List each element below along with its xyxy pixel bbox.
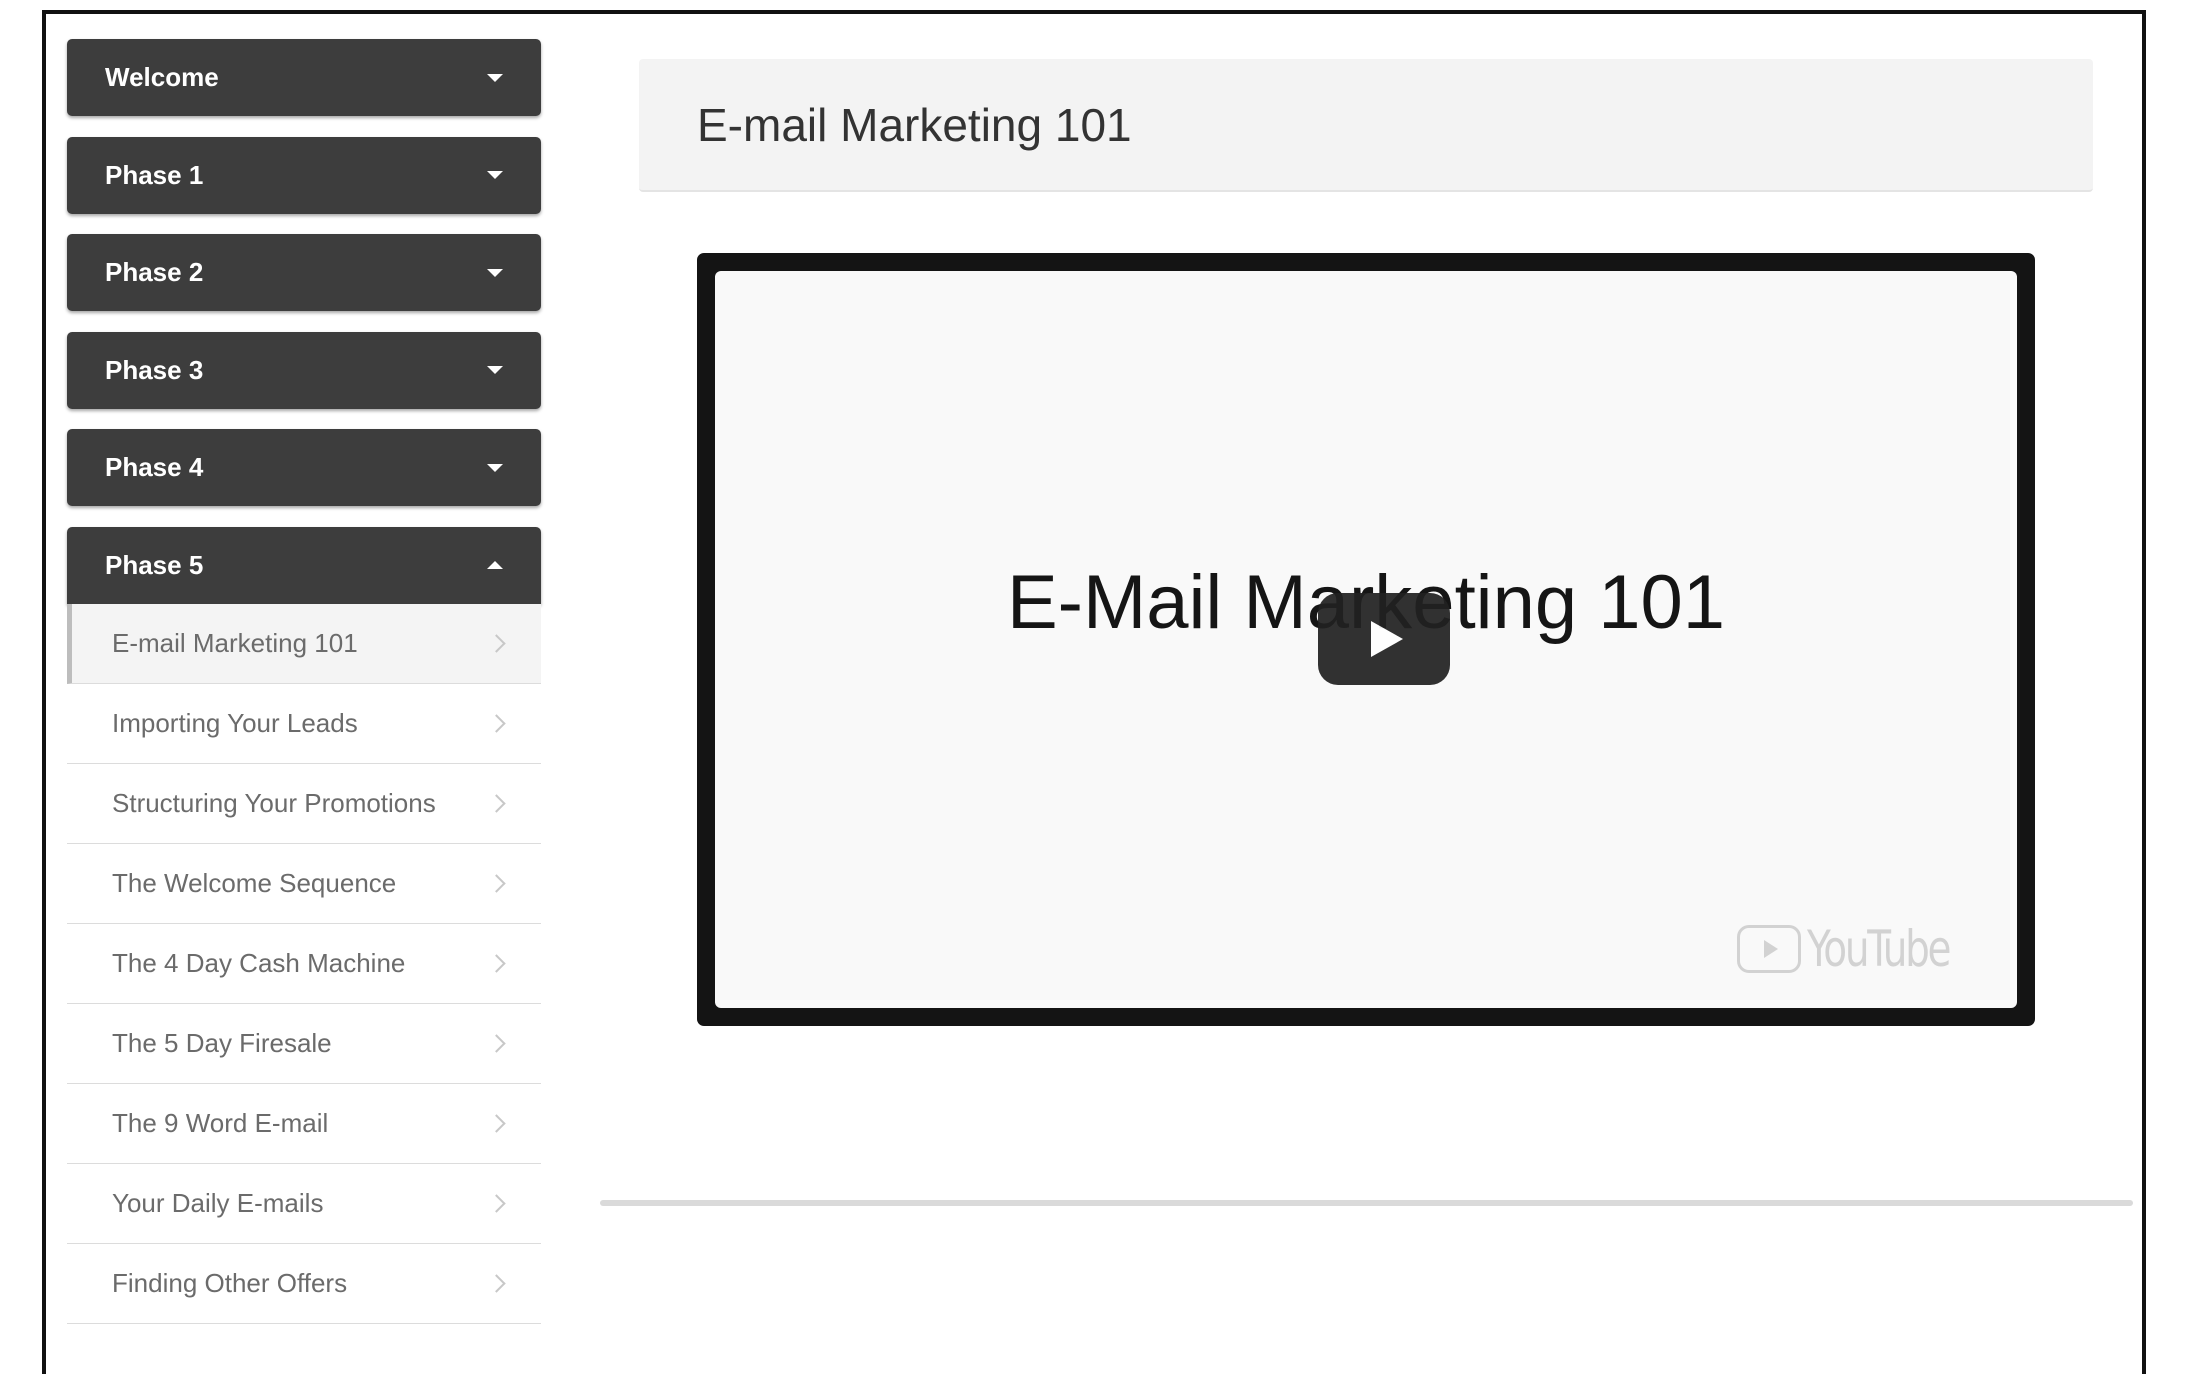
youtube-logo[interactable]: YouTube: [1736, 920, 1989, 978]
lesson-item-structuring-your-promotions[interactable]: Structuring Your Promotions: [67, 764, 541, 844]
course-sidebar: Welcome Phase 1 Phase 2 Phase 3 Phase 4 …: [67, 39, 541, 1324]
chevron-right-icon: [487, 873, 506, 893]
phase-2[interactable]: Phase 2: [67, 234, 541, 311]
phase-4[interactable]: Phase 4: [67, 429, 541, 506]
caret-down-icon: [487, 73, 503, 82]
youtube-play-icon: [1736, 925, 1801, 973]
video-player[interactable]: E-Mail Marketing 101 YouTube: [697, 253, 2035, 1026]
content-divider: [600, 1200, 2133, 1206]
chevron-right-icon: [487, 1193, 506, 1213]
lesson-label: E-mail Marketing 101: [112, 627, 358, 658]
lesson-list: E-mail Marketing 101 Importing Your Lead…: [67, 603, 541, 1324]
lesson-title-bar: E-mail Marketing 101: [639, 59, 2093, 192]
caret-down-icon: [487, 268, 503, 277]
lesson-label: The 9 Word E-mail: [112, 1107, 329, 1138]
lesson-item-the-4-day-cash-machine[interactable]: The 4 Day Cash Machine: [67, 924, 541, 1004]
play-button[interactable]: [1318, 593, 1450, 685]
lesson-item-importing-your-leads[interactable]: Importing Your Leads: [67, 684, 541, 764]
chevron-right-icon: [487, 1273, 506, 1293]
lesson-label: The Welcome Sequence: [112, 867, 397, 898]
lesson-label: The 4 Day Cash Machine: [112, 947, 406, 978]
phase-label: Phase 2: [105, 257, 204, 287]
chevron-right-icon: [487, 713, 506, 733]
phase-label: Welcome: [105, 62, 219, 92]
chevron-right-icon: [487, 1033, 506, 1053]
phase-5[interactable]: Phase 5: [67, 526, 541, 604]
lesson-label: The 5 Day Firesale: [112, 1027, 332, 1058]
caret-down-icon: [487, 171, 503, 179]
lesson-label: Finding Other Offers: [112, 1267, 348, 1298]
phase-3[interactable]: Phase 3: [67, 331, 541, 409]
caret-down-icon: [487, 366, 503, 374]
lesson-item-the-5-day-firesale[interactable]: The 5 Day Firesale: [67, 1004, 541, 1084]
chevron-right-icon: [487, 793, 506, 813]
phase-label: Phase 3: [105, 354, 204, 385]
lesson-label: Importing Your Leads: [112, 707, 358, 738]
lesson-item-your-daily-emails[interactable]: Your Daily E-mails: [67, 1164, 541, 1244]
lesson-item-finding-other-offers[interactable]: Finding Other Offers: [67, 1244, 541, 1324]
lesson-item-the-welcome-sequence[interactable]: The Welcome Sequence: [67, 844, 541, 924]
caret-down-icon: [487, 463, 503, 472]
phase-1[interactable]: Phase 1: [67, 136, 541, 214]
video-screen[interactable]: E-Mail Marketing 101 YouTube: [715, 271, 2017, 1008]
chevron-right-icon: [487, 633, 506, 653]
lesson-item-email-marketing-101[interactable]: E-mail Marketing 101: [67, 603, 541, 684]
phase-label: Phase 1: [105, 159, 204, 190]
youtube-wordmark: YouTube: [1806, 920, 1952, 978]
caret-up-icon: [487, 561, 503, 569]
chevron-right-icon: [487, 1113, 506, 1133]
lesson-label: Structuring Your Promotions: [112, 787, 436, 818]
phase-label: Phase 4: [105, 452, 204, 482]
lesson-item-the-9-word-email[interactable]: The 9 Word E-mail: [67, 1084, 541, 1164]
lesson-label: Your Daily E-mails: [112, 1187, 324, 1218]
phase-label: Phase 5: [105, 549, 204, 580]
chevron-right-icon: [487, 953, 506, 973]
play-icon: [1371, 621, 1403, 657]
page-title: E-mail Marketing 101: [697, 98, 1132, 151]
phase-welcome[interactable]: Welcome: [67, 39, 541, 116]
